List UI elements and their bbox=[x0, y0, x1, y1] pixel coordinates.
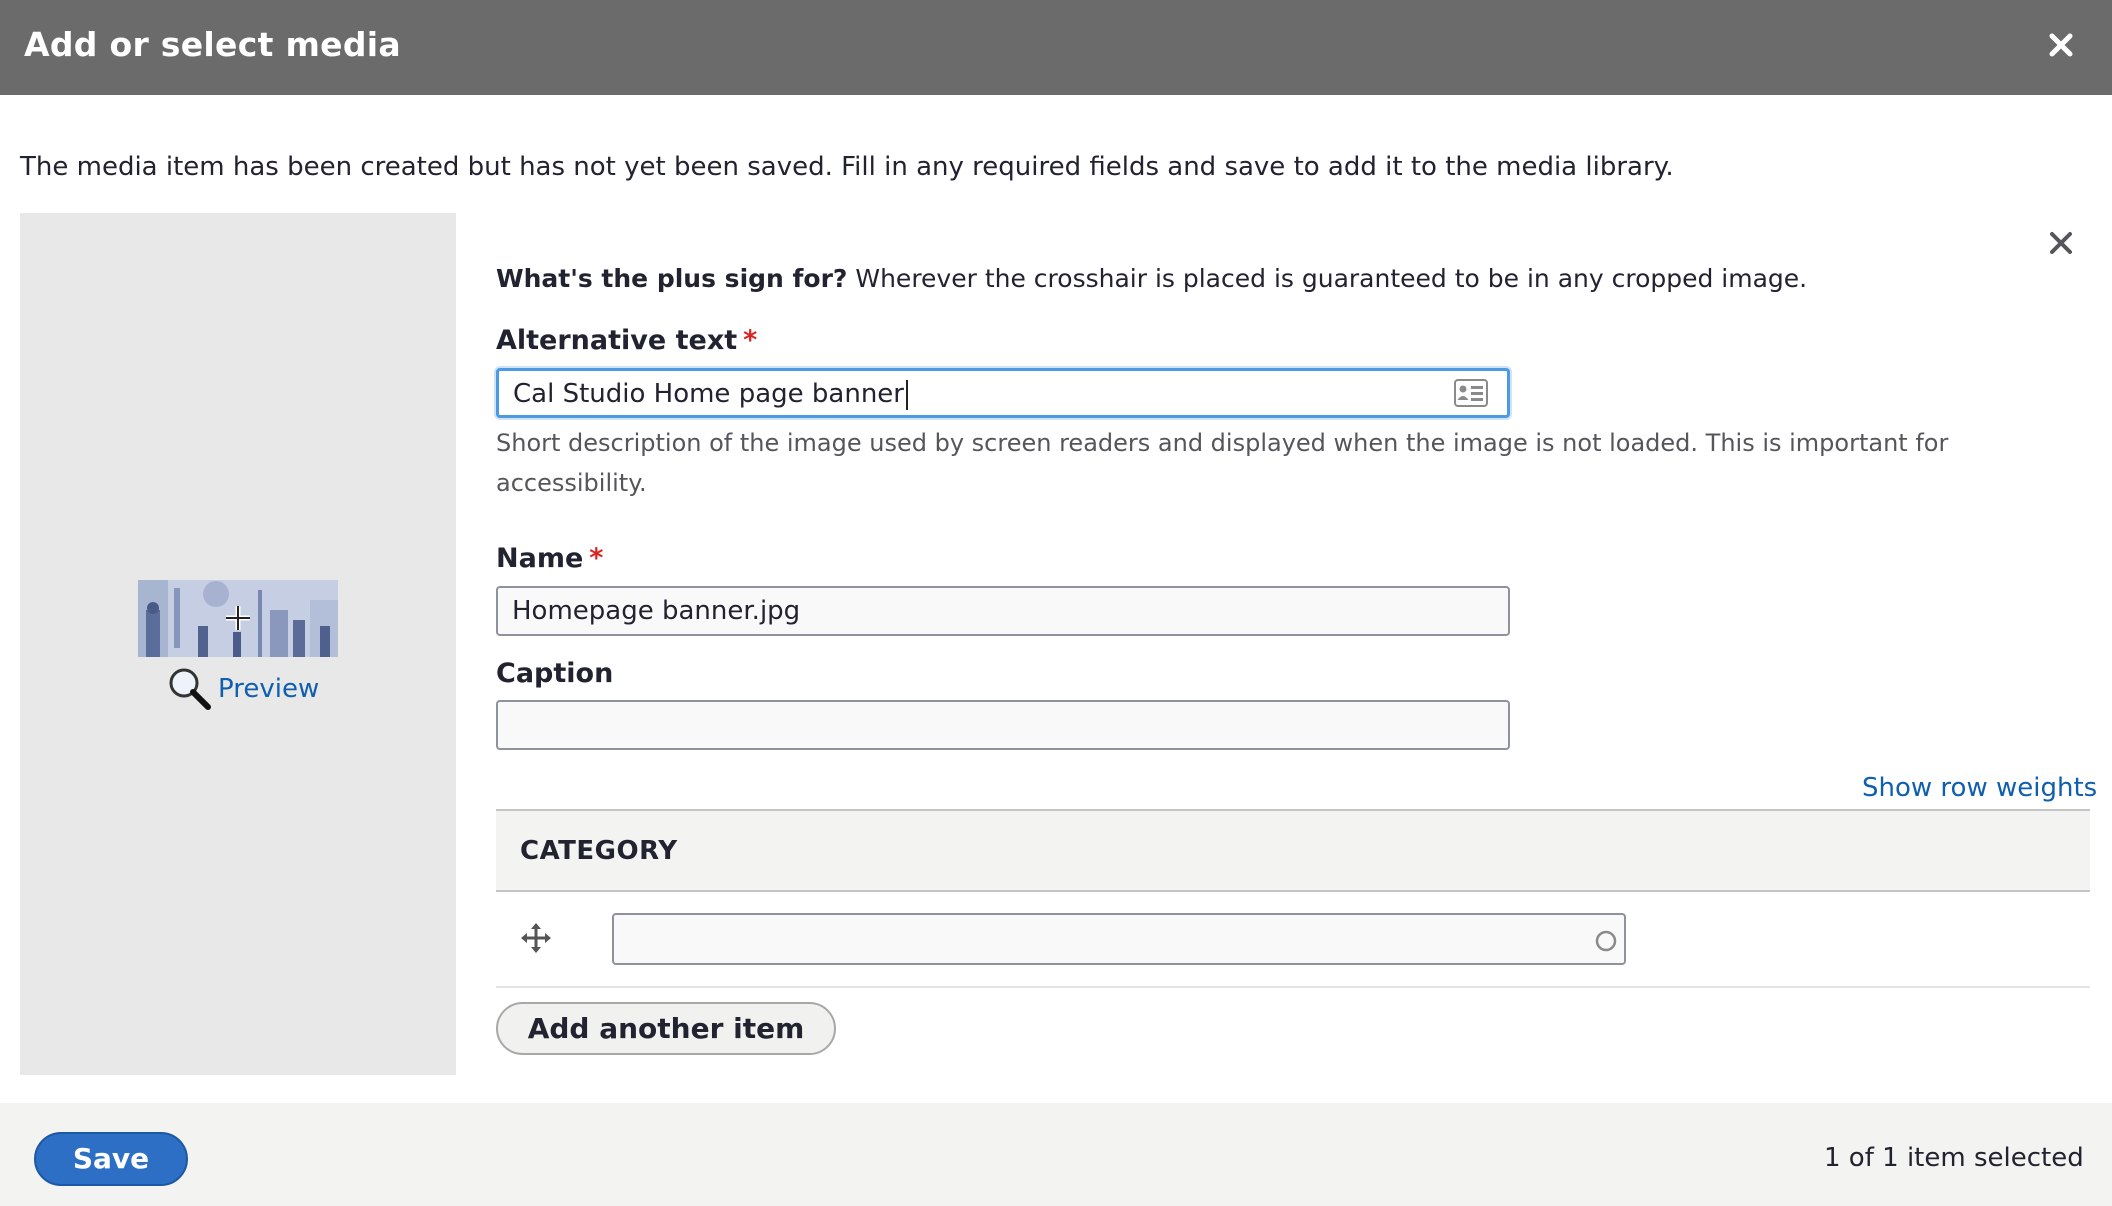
save-button[interactable]: Save bbox=[34, 1132, 188, 1186]
alt-text-input[interactable]: Cal Studio Home page banner bbox=[496, 368, 1510, 418]
caption-input[interactable] bbox=[496, 700, 1510, 750]
required-mark: * bbox=[589, 543, 604, 574]
category-column-header: CATEGORY bbox=[520, 836, 678, 866]
magnifier-icon bbox=[169, 668, 211, 710]
category-table-header: CATEGORY bbox=[496, 809, 2090, 892]
alt-text-value: Cal Studio Home page banner bbox=[513, 379, 904, 409]
focal-point-help-title: What's the plus sign for? bbox=[496, 264, 848, 293]
text-caret bbox=[905, 379, 908, 410]
media-preview-panel: Preview bbox=[20, 213, 456, 1075]
selection-count: 1 of 1 item selected bbox=[1824, 1143, 2084, 1173]
dialog-footer: Save 1 of 1 item selected bbox=[0, 1103, 2112, 1206]
alt-text-label: Alternative text * bbox=[496, 325, 757, 356]
image-thumbnail[interactable] bbox=[138, 580, 338, 657]
alt-text-label-text: Alternative text bbox=[496, 325, 738, 356]
name-label-text: Name bbox=[496, 543, 584, 574]
add-another-item-button[interactable]: Add another item bbox=[496, 1002, 836, 1055]
status-message: The media item has been created but has … bbox=[20, 152, 1674, 182]
dialog-titlebar: Add or select media bbox=[0, 0, 2112, 95]
autocomplete-throbber-icon bbox=[1595, 930, 1617, 952]
category-autocomplete-input[interactable] bbox=[612, 913, 1626, 965]
table-row bbox=[496, 892, 2090, 988]
alt-text-description: Short description of the image used by s… bbox=[496, 429, 1949, 497]
dialog-title: Add or select media bbox=[24, 25, 401, 64]
preview-link[interactable]: Preview bbox=[166, 666, 319, 712]
preview-link-label: Preview bbox=[218, 674, 320, 704]
show-row-weights-link[interactable]: Show row weights bbox=[1862, 773, 2097, 803]
name-value: Homepage banner.jpg bbox=[512, 596, 801, 626]
caption-label: Caption bbox=[496, 658, 614, 689]
required-mark: * bbox=[743, 325, 758, 356]
remove-media-icon[interactable] bbox=[2047, 229, 2075, 257]
drag-handle-icon[interactable] bbox=[520, 922, 552, 954]
focal-point-help: What's the plus sign for? Wherever the c… bbox=[496, 264, 1807, 293]
name-input[interactable]: Homepage banner.jpg bbox=[496, 586, 1510, 636]
focal-point-crosshair-icon[interactable] bbox=[224, 604, 252, 632]
focal-point-help-text: Wherever the crosshair is placed is guar… bbox=[847, 264, 1808, 293]
name-label: Name * bbox=[496, 543, 603, 574]
close-icon[interactable] bbox=[2040, 24, 2082, 66]
contact-card-icon[interactable] bbox=[1454, 379, 1488, 407]
